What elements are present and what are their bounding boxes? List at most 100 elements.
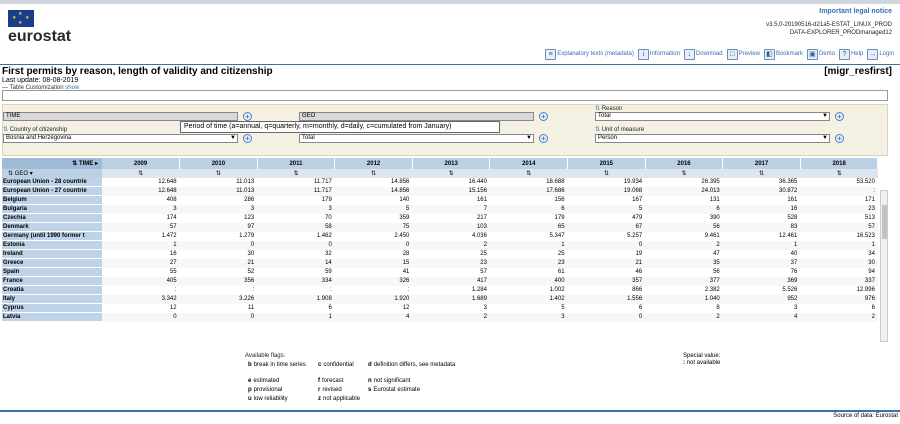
legal-notice-link[interactable]: Important legal notice — [819, 8, 892, 15]
geo-row-header[interactable]: Germany (until 1990 former t — [2, 231, 102, 241]
metadata-button[interactable]: ≡ Explanatory texts (metadata) — [545, 48, 634, 60]
data-cell: 3.342 — [102, 294, 180, 304]
unit-select[interactable]: Person ▼ — [595, 134, 830, 143]
geo-header[interactable]: ⇅ GEO ▾ — [2, 169, 102, 178]
geo-row-header[interactable]: Latvia — [2, 312, 102, 322]
data-cell: 21 — [179, 258, 258, 268]
table-row: Estonia 1 0 0 0 2 1 0 2 1 1 — [2, 240, 878, 250]
year-header[interactable]: 2015 — [567, 158, 646, 169]
data-cell: 11 — [179, 303, 258, 313]
data-cell: 3 — [179, 204, 258, 214]
preview-button[interactable]: □ Preview — [726, 48, 760, 60]
geo-row-header[interactable]: Spain — [2, 267, 102, 277]
document-icon: ≡ — [545, 48, 557, 60]
sort-cell[interactable]: ⇅ — [567, 169, 646, 178]
bookmark-button[interactable]: ◧ Bookmark — [763, 48, 803, 60]
data-cell: 156 — [489, 195, 568, 205]
data-cell: 75 — [334, 222, 413, 232]
year-header[interactable]: 2011 — [257, 158, 336, 169]
geo-row-header[interactable]: Denmark — [2, 222, 102, 232]
time-dimension-field[interactable]: TIME — [3, 112, 238, 121]
geo-row-header[interactable]: Bulgaria — [2, 204, 102, 214]
year-header[interactable]: 2013 — [412, 158, 491, 169]
help-button[interactable]: ? Help — [838, 48, 863, 60]
geo-row-header[interactable]: Belgium — [2, 195, 102, 205]
login-button[interactable]: → Login — [867, 48, 894, 60]
flag-u: u low reliability — [248, 396, 288, 402]
chevron-right-icon: ▸ — [94, 160, 98, 167]
geo-add-icon[interactable]: + — [539, 112, 548, 121]
year-header[interactable]: 2009 — [102, 158, 181, 169]
table-row: Spain 55 52 59 41 57 61 46 56 76 94 — [2, 267, 878, 277]
data-cell: 1.040 — [645, 294, 723, 304]
geo-row-header[interactable]: Croatia — [2, 285, 102, 295]
data-cell: 4.036 — [412, 231, 490, 241]
data-cell: 131 — [645, 195, 723, 205]
header-divider — [0, 64, 900, 65]
data-cell: 11.013 — [179, 186, 258, 196]
year-header[interactable]: 2017 — [722, 158, 801, 169]
table-scrollbar[interactable] — [880, 190, 888, 342]
year-header[interactable]: 2010 — [179, 158, 258, 169]
year-header[interactable]: 2018 — [800, 158, 878, 169]
help-icon: ? — [838, 48, 850, 60]
data-cell: 15 — [334, 258, 413, 268]
geo-row-header[interactable]: France — [2, 276, 102, 286]
data-cell: 14.856 — [334, 186, 413, 196]
table-row: Cyprus 12 11 6 12 3 5 6 8 3 6 — [2, 303, 878, 313]
citizenship-add-icon[interactable]: + — [243, 134, 252, 143]
data-cell: 417 — [412, 276, 490, 286]
year-header[interactable]: 2014 — [489, 158, 569, 169]
sort-cell[interactable]: ⇅ — [800, 169, 878, 178]
sort-cell[interactable]: ⇅ — [645, 169, 723, 178]
data-cell: 3 — [722, 303, 801, 313]
data-cell: 23 — [800, 204, 878, 214]
download-button[interactable]: ↓ Download — [683, 48, 723, 60]
geo-row-header[interactable]: European Union - 27 countrie — [2, 186, 102, 196]
unit-add-icon[interactable]: + — [835, 134, 844, 143]
sort-cell[interactable]: ⇅ — [489, 169, 568, 178]
reason-select[interactable]: Total ▼ — [595, 112, 830, 121]
geo-row-header[interactable]: Ireland — [2, 249, 102, 259]
geo-row-header[interactable]: Cyprus — [2, 303, 102, 313]
data-cell: 5 — [567, 204, 646, 214]
page-header: ★ ★ ★ ★ eurostat Important legal notice v3.… — [0, 4, 900, 64]
sort-cell[interactable]: ⇅ — [257, 169, 335, 178]
duration-select[interactable]: Total ▼ — [299, 134, 534, 143]
geo-dimension-field[interactable]: GEO — [299, 112, 534, 121]
geo-row-header[interactable]: Greece — [2, 258, 102, 268]
sort-cell[interactable]: ⇅ — [412, 169, 490, 178]
data-cell: 123 — [179, 213, 258, 223]
time-header[interactable]: ⇅ TIME ▸ — [2, 158, 102, 169]
geo-row-header[interactable]: Czechia — [2, 213, 102, 223]
geo-row-header[interactable]: Italy — [2, 294, 102, 304]
duration-add-icon[interactable]: + — [539, 134, 548, 143]
data-cell: 14 — [257, 258, 335, 268]
scrollbar-thumb[interactable] — [882, 205, 887, 239]
sort-cell[interactable]: ⇅ — [102, 169, 180, 178]
table-row: Latvia 0 0 1 4 2 3 0 2 4 2 — [2, 312, 878, 322]
time-add-icon[interactable]: + — [243, 112, 252, 121]
data-cell: 53.520 — [800, 178, 878, 187]
geo-row-header[interactable]: Estonia — [2, 240, 102, 250]
sort-cell[interactable]: ⇅ — [722, 169, 801, 178]
table-row: Germany (until 1990 former t 1.472 1.279 1.… — [2, 231, 878, 241]
geo-row-header[interactable]: European Union - 28 countrie — [2, 178, 102, 187]
reason-add-icon[interactable]: + — [835, 112, 844, 121]
data-cell: 11.717 — [257, 178, 335, 187]
year-header[interactable]: 2016 — [645, 158, 724, 169]
demo-button[interactable]: ▣ Demo — [806, 48, 835, 60]
sort-cell[interactable]: ⇅ — [334, 169, 413, 178]
citizenship-select[interactable]: Bosnia and Herzegovina ▼ — [3, 134, 238, 143]
chevron-down-icon: ▾ — [29, 170, 33, 177]
login-icon: → — [867, 48, 879, 60]
information-button[interactable]: i Information — [637, 48, 680, 60]
data-cell: 369 — [722, 276, 801, 286]
data-cell: 4 — [334, 312, 413, 322]
data-cell: 12.996 — [800, 285, 878, 295]
eurostat-logo[interactable]: eurostat — [8, 28, 71, 46]
toolbar: ≡ Explanatory texts (metadata) i Informati… — [545, 47, 894, 61]
data-cell: 16.523 — [800, 231, 878, 241]
sort-cell[interactable]: ⇅ — [179, 169, 258, 178]
year-header[interactable]: 2012 — [334, 158, 413, 169]
